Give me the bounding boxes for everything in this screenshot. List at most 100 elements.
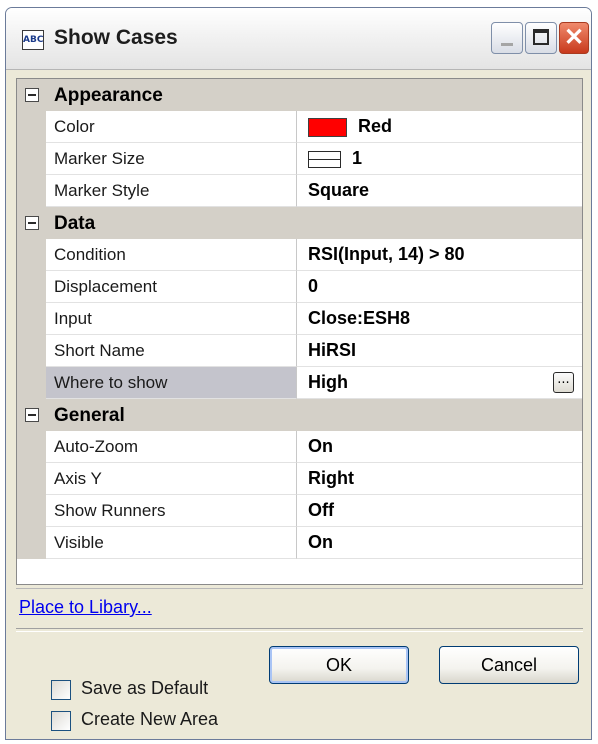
window-title: Show Cases: [54, 26, 178, 49]
close-button[interactable]: ✕: [559, 22, 589, 54]
property-value: 0: [308, 276, 319, 296]
property-name-cell[interactable]: Visible: [46, 527, 297, 559]
property-name: Visible: [54, 533, 104, 552]
property-value: On: [308, 532, 333, 552]
property-name-cell[interactable]: Show Runners: [46, 495, 297, 527]
property-name-cell[interactable]: Marker Size: [46, 143, 297, 175]
property-value: 1: [352, 148, 363, 168]
property-row-displacement[interactable]: Displacement 0: [17, 271, 582, 303]
cancel-button[interactable]: Cancel: [439, 646, 579, 684]
row-gutter: [17, 143, 46, 175]
property-value-cell[interactable]: High ...: [297, 367, 582, 399]
property-name-cell[interactable]: Input: [46, 303, 297, 335]
row-gutter: [17, 431, 46, 463]
property-value: Close:ESH8: [308, 308, 411, 328]
show-cases-dialog: ABC Show Cases ✕ Appearance Color Red Ma…: [5, 7, 592, 740]
save-as-default-label: Save as Default: [81, 678, 209, 698]
property-value: Red: [358, 116, 393, 136]
maximize-icon: [533, 29, 549, 45]
row-gutter: [17, 239, 46, 271]
marker-size-icon: [308, 151, 341, 168]
create-new-area-checkbox[interactable]: [51, 711, 71, 731]
property-value-cell[interactable]: On: [297, 431, 582, 463]
property-name: Axis Y: [54, 469, 102, 488]
row-gutter: [17, 367, 46, 399]
property-row-axis-y[interactable]: Axis Y Right: [17, 463, 582, 495]
property-value-cell[interactable]: RSI(Input, 14) > 80: [297, 239, 582, 271]
property-value: Right: [308, 468, 354, 488]
property-row-condition[interactable]: Condition RSI(Input, 14) > 80: [17, 239, 582, 271]
property-name-cell-selected[interactable]: Where to show: [46, 367, 297, 399]
close-icon: ✕: [563, 24, 585, 51]
category-general[interactable]: General: [17, 399, 582, 431]
property-name-cell[interactable]: Condition: [46, 239, 297, 271]
property-name-cell[interactable]: Auto-Zoom: [46, 431, 297, 463]
property-name-cell[interactable]: Displacement: [46, 271, 297, 303]
maximize-button[interactable]: [525, 22, 557, 54]
property-grid[interactable]: Appearance Color Red Marker Size 1 Marke…: [16, 78, 583, 585]
property-name-cell[interactable]: Axis Y: [46, 463, 297, 495]
property-name-cell[interactable]: Short Name: [46, 335, 297, 367]
category-appearance[interactable]: Appearance: [17, 79, 582, 111]
place-to-library-link[interactable]: Place to Libary...: [19, 597, 152, 618]
property-row-marker-style[interactable]: Marker Style Square: [17, 175, 582, 207]
property-value: High: [308, 372, 348, 392]
property-value-cell[interactable]: Close:ESH8: [297, 303, 582, 335]
row-gutter: [17, 335, 46, 367]
property-value-cell[interactable]: Square: [297, 175, 582, 207]
category-label: Appearance: [54, 85, 163, 106]
property-name: Input: [54, 309, 92, 328]
property-row-marker-size[interactable]: Marker Size 1: [17, 143, 582, 175]
property-value: Square: [308, 180, 370, 200]
property-value-cell[interactable]: On: [297, 527, 582, 559]
property-name: Show Runners: [54, 501, 166, 520]
library-link-area: Place to Libary...: [16, 588, 583, 631]
property-value-cell[interactable]: Red: [297, 111, 582, 143]
property-row-input[interactable]: Input Close:ESH8: [17, 303, 582, 335]
row-gutter: [17, 111, 46, 143]
app-icon: ABC: [22, 30, 44, 50]
minimize-icon: [501, 43, 513, 46]
row-gutter: [17, 495, 46, 527]
row-gutter: [17, 303, 46, 335]
property-value: RSI(Input, 14) > 80: [308, 244, 465, 264]
property-value-cell[interactable]: 1: [297, 143, 582, 175]
property-name: Marker Size: [54, 149, 145, 168]
collapse-icon[interactable]: [25, 216, 39, 230]
property-value: HiRSI: [308, 340, 357, 360]
property-value: On: [308, 436, 333, 456]
ellipsis-button[interactable]: ...: [553, 372, 574, 393]
save-as-default-checkbox[interactable]: [51, 680, 71, 700]
property-name: Where to show: [54, 373, 168, 392]
property-name-cell[interactable]: Marker Style: [46, 175, 297, 207]
property-value-cell[interactable]: Off: [297, 495, 582, 527]
property-name-cell[interactable]: Color: [46, 111, 297, 143]
collapse-icon[interactable]: [25, 408, 39, 422]
property-value: Off: [308, 500, 334, 520]
category-label: General: [54, 405, 125, 426]
property-row-show-runners[interactable]: Show Runners Off: [17, 495, 582, 527]
minimize-button[interactable]: [491, 22, 523, 54]
category-data[interactable]: Data: [17, 207, 582, 239]
property-row-visible[interactable]: Visible On: [17, 527, 582, 559]
collapse-icon[interactable]: [25, 88, 39, 102]
property-value-cell[interactable]: Right: [297, 463, 582, 495]
property-row-auto-zoom[interactable]: Auto-Zoom On: [17, 431, 582, 463]
row-gutter: [17, 527, 46, 559]
property-row-color[interactable]: Color Red: [17, 111, 582, 143]
property-row-short-name[interactable]: Short Name HiRSI: [17, 335, 582, 367]
property-name: Condition: [54, 245, 126, 264]
property-name: Marker Style: [54, 181, 150, 200]
property-row-where-to-show[interactable]: Where to show High ...: [17, 367, 582, 399]
category-label: Data: [54, 213, 96, 234]
property-value-cell[interactable]: 0: [297, 271, 582, 303]
title-bar[interactable]: ABC Show Cases ✕: [6, 8, 591, 70]
create-new-area-label: Create New Area: [81, 709, 219, 729]
property-value-cell[interactable]: HiRSI: [297, 335, 582, 367]
color-swatch: [308, 118, 347, 137]
row-gutter: [17, 463, 46, 495]
row-gutter: [17, 271, 46, 303]
property-name: Short Name: [54, 341, 145, 360]
ok-button[interactable]: OK: [269, 646, 409, 684]
property-name: Auto-Zoom: [54, 437, 139, 456]
